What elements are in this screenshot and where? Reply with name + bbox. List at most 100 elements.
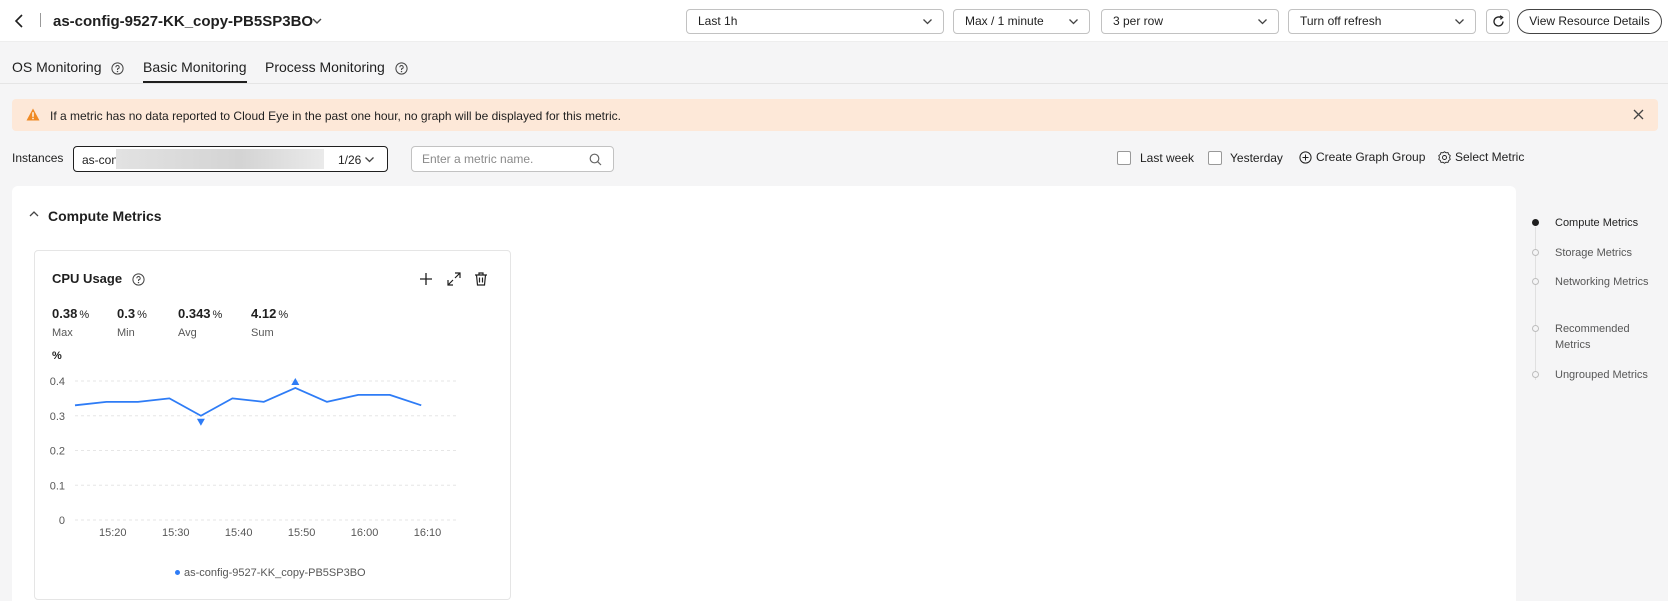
time-range-value: Last 1h	[698, 14, 738, 28]
last-week-checkbox[interactable]	[1117, 151, 1131, 165]
monitoring-tabs: OS Monitoring Basic Monitoring Process M…	[0, 42, 1668, 84]
tab-process-monitoring[interactable]: Process Monitoring	[265, 59, 408, 75]
instance-count: 1/26	[338, 153, 362, 167]
refresh-icon	[1493, 15, 1504, 27]
search-icon[interactable]	[589, 153, 602, 166]
layout-select[interactable]: 3 per row	[1101, 9, 1279, 34]
metrics-panel: Compute Metrics CPU Usage 0.38% Max 0.3%…	[12, 186, 1516, 601]
anchor-dot	[1532, 249, 1539, 256]
help-icon[interactable]	[395, 62, 408, 75]
stat-label: Avg	[178, 327, 197, 339]
create-graph-group-button[interactable]: Create Graph Group	[1299, 150, 1425, 164]
trash-icon[interactable]	[473, 271, 489, 287]
refresh-button[interactable]	[1486, 9, 1510, 34]
tab-os-monitoring[interactable]: OS Monitoring	[12, 59, 124, 75]
page-title: as-config-9527-KK_copy-PB5SP3BO	[53, 13, 314, 30]
stat-unit: %	[278, 309, 289, 321]
cpu-usage-chart: % 0 0.1 0.2 0.3 0.4 15:20 15:30 15:40 15:50 16:00 1…	[50, 351, 459, 539]
yesterday-label[interactable]: Yesterday	[1230, 151, 1283, 165]
help-icon[interactable]	[111, 62, 124, 75]
aggregation-select[interactable]: Max / 1 minute	[953, 9, 1090, 34]
y-tick-label: 0.3	[50, 411, 65, 423]
info-alert: If a metric has no data reported to Clou…	[12, 99, 1658, 131]
last-week-label[interactable]: Last week	[1140, 151, 1194, 165]
alert-message: If a metric has no data reported to Clou…	[50, 109, 621, 123]
chevron-down-icon	[923, 19, 932, 25]
metric-search-box	[411, 146, 614, 172]
gear-icon	[1438, 151, 1451, 164]
x-tick-label: 15:40	[225, 527, 253, 539]
refresh-select[interactable]: Turn off refresh	[1288, 9, 1476, 34]
chevron-down-icon[interactable]	[311, 15, 323, 27]
tab-basic-monitoring[interactable]: Basic Monitoring	[143, 59, 247, 83]
stat-label: Max	[52, 327, 73, 339]
stat-min: 0.3%	[117, 306, 147, 321]
x-tick-label: 16:10	[414, 527, 442, 539]
metric-card: CPU Usage 0.38% Max 0.3% Min 0.343% Avg …	[34, 250, 511, 600]
top-header: as-config-9527-KK_copy-PB5SP3BO Last 1h …	[0, 0, 1668, 42]
x-tick-label: 16:00	[351, 527, 379, 539]
tab-label: Basic Monitoring	[143, 59, 247, 75]
legend-marker	[175, 570, 180, 575]
time-range-select[interactable]: Last 1h	[686, 9, 944, 34]
aggregation-value: Max / 1 minute	[965, 14, 1044, 28]
warning-icon	[26, 108, 40, 121]
chart-legend[interactable]: as-config-9527-KK_copy-PB5SP3BO	[175, 567, 366, 579]
instance-select[interactable]: as-conf 1/26	[73, 146, 388, 172]
anchor-dot	[1532, 219, 1539, 226]
y-tick-label: 0.1	[50, 480, 65, 492]
chevron-down-icon	[1258, 19, 1267, 25]
yesterday-checkbox[interactable]	[1208, 151, 1222, 165]
y-axis-unit: %	[52, 351, 62, 362]
header-divider	[40, 13, 41, 27]
plus-icon[interactable]	[418, 271, 434, 287]
section-title: Compute Metrics	[48, 208, 162, 224]
plus-circle-icon	[1299, 151, 1312, 164]
anchor-dot	[1532, 371, 1539, 378]
close-icon[interactable]	[1633, 109, 1644, 120]
chevron-up-icon[interactable]	[28, 208, 40, 220]
create-graph-group-label: Create Graph Group	[1316, 150, 1426, 164]
stat-value: 0.343	[178, 306, 211, 321]
expand-icon[interactable]	[446, 271, 462, 287]
anchor-label: Ungrouped Metrics	[1555, 369, 1648, 381]
x-tick-label: 15:20	[99, 527, 127, 539]
y-tick-label: 0	[59, 515, 65, 527]
stat-max: 0.38%	[52, 306, 89, 321]
metric-search-input[interactable]	[422, 151, 582, 167]
card-title: CPU Usage	[52, 271, 145, 286]
stat-avg: 0.343%	[178, 306, 222, 321]
view-resource-details-button[interactable]: View Resource Details	[1517, 9, 1662, 34]
refresh-value: Turn off refresh	[1300, 14, 1382, 28]
instances-label: Instances	[12, 151, 64, 165]
anchor-label: Networking Metrics	[1555, 276, 1649, 288]
anchor-dot	[1532, 325, 1539, 332]
help-icon[interactable]	[132, 273, 145, 286]
card-title-text: CPU Usage	[52, 271, 123, 286]
chevron-down-icon	[1069, 19, 1078, 25]
select-metric-label: Select Metric	[1455, 150, 1525, 164]
anchor-label: Compute Metrics	[1555, 217, 1639, 229]
stat-label: Sum	[251, 327, 274, 339]
chevron-down-icon	[1455, 19, 1464, 25]
select-metric-button[interactable]: Select Metric	[1438, 150, 1524, 164]
anchor-track	[1535, 220, 1536, 380]
back-arrow-icon[interactable]	[12, 12, 28, 30]
y-tick-label: 0.2	[50, 446, 65, 458]
x-tick-label: 15:30	[162, 527, 190, 539]
redacted-region	[116, 149, 324, 169]
min-marker	[196, 418, 205, 426]
tab-label: OS Monitoring	[12, 59, 102, 75]
anchor-label: Storage Metrics	[1555, 247, 1633, 259]
series-line	[74, 387, 422, 417]
stat-value: 4.12	[251, 306, 277, 321]
anchor-label: Recommended Metrics	[1555, 323, 1630, 351]
stat-unit: %	[137, 309, 147, 321]
layout-value: 3 per row	[1113, 14, 1164, 28]
legend-label: as-config-9527-KK_copy-PB5SP3BO	[184, 567, 366, 579]
x-tick-label: 15:50	[288, 527, 316, 539]
stat-value: 0.3	[117, 306, 136, 321]
stat-unit: %	[79, 309, 90, 321]
stat-sum: 4.12%	[251, 306, 288, 321]
tab-label: Process Monitoring	[265, 59, 385, 75]
